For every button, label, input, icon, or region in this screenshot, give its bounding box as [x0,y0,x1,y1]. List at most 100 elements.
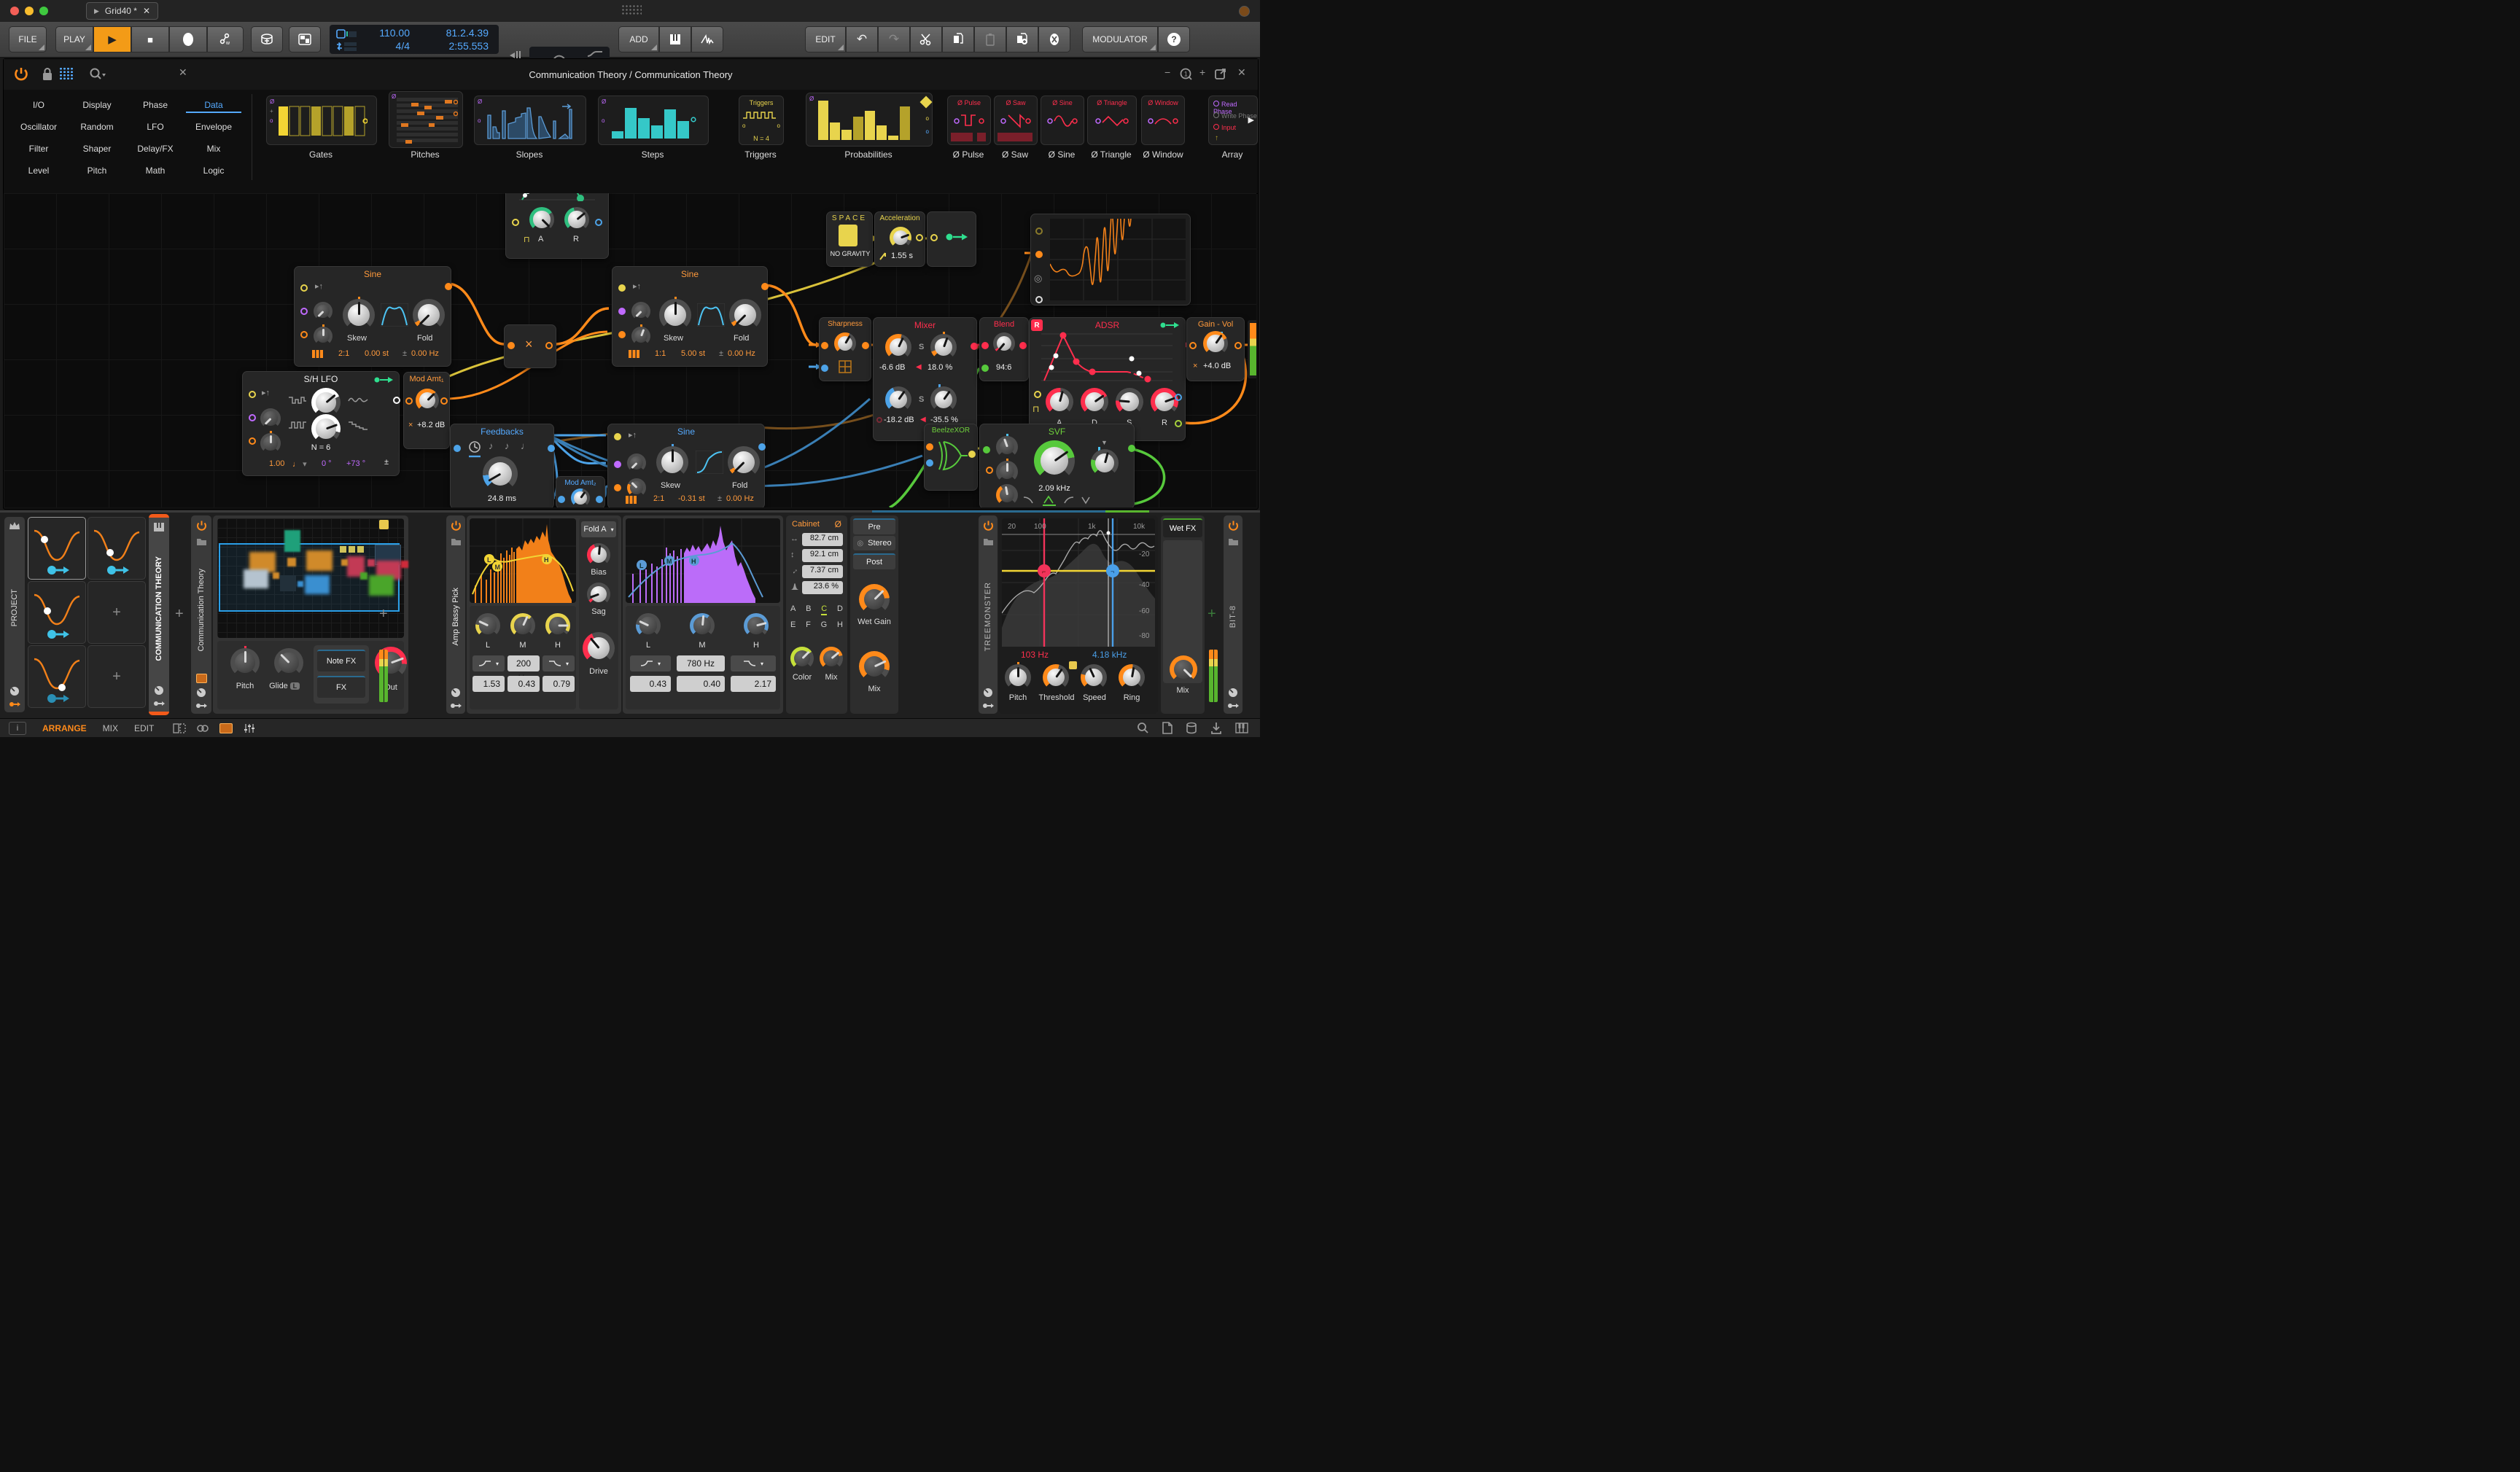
cabinet-bypass-icon[interactable]: Ø [835,519,841,529]
module-mod-amt-1[interactable]: Mod Amt₁ × +8.2 dB [403,372,450,449]
preset-folder-icon[interactable] [1228,537,1239,546]
add-instrument-track-button[interactable] [659,26,691,52]
sine2-skew-knob[interactable] [659,297,691,331]
sine2-fm-knob[interactable] [631,324,650,346]
module-mod-amt-2[interactable]: Mod Amt₂ [556,476,605,507]
space-pad-button[interactable] [839,225,858,246]
sine3-freq[interactable]: 0.00 Hz [726,494,754,503]
cab-shape-field[interactable]: 23.6 % [802,581,843,594]
track-header[interactable]: COMMUNICATION THEORY [149,514,169,715]
amp-low-shape-dropdown[interactable]: ▾ [472,655,505,671]
post-mid-q-field[interactable]: 0.40 [677,676,725,692]
shlfo-count[interactable]: N = 6 [243,443,399,452]
modulator-slot-3[interactable] [28,581,86,644]
sine2-phase-port[interactable] [618,284,626,292]
wet-gain-knob[interactable] [859,584,890,615]
ar-out-port[interactable] [595,219,602,226]
cab-slot-a[interactable]: A [790,604,796,615]
blend-knob[interactable] [993,332,1015,354]
glide-legato-badge[interactable]: L [289,682,300,690]
keyboard-tracking-icon[interactable] [626,496,637,504]
cab-color-knob[interactable] [790,647,814,670]
module-svf[interactable]: SVF 2.09 kHz ▼ [979,424,1135,507]
palette-module-phase-window[interactable]: Ø Window [1141,96,1185,145]
shlfo-shape-knob[interactable] [311,388,341,417]
cab-slot-g[interactable]: G [821,620,828,629]
cab-slot-f[interactable]: F [806,620,811,629]
cab-slot-d[interactable]: D [837,604,843,615]
sag-knob[interactable] [587,583,610,606]
tree-ring-knob[interactable] [1119,664,1145,690]
project-tab[interactable]: ▶ Grid40 * ✕ [86,2,159,20]
adsr-a-knob[interactable] [1046,388,1073,416]
filter-type-selector[interactable] [1022,494,1095,506]
beelzexor-out-port[interactable] [968,451,976,458]
mixer-out-port[interactable] [971,343,978,350]
file-menu-button[interactable]: FILE [9,26,47,52]
sine2-freq[interactable]: 0.00 Hz [728,349,755,358]
post-high-q-field[interactable]: 2.17 [731,676,776,692]
modamt1-out-port[interactable] [440,397,448,405]
play-button[interactable]: ▶ [93,26,131,52]
module-ar-envelope[interactable]: A R ⊓ [505,193,609,259]
stop-button[interactable]: ■ [131,26,169,52]
post-mid-knob[interactable] [690,613,715,638]
mute-icon[interactable]: ◀ [920,416,926,424]
multiply-out-port[interactable] [545,342,553,349]
ar-gate-in-port[interactable] [512,219,519,226]
sine1-sync-knob[interactable] [314,302,332,321]
module-sh-lfo[interactable]: S/H LFO ▸↑ N = 6 1.00 ♩ ▾ 0 ° +73 ° ± [242,371,400,476]
shlfo-offset-value[interactable]: +73 ° [346,459,365,468]
module-beelzexor[interactable]: BeelzeXOR [924,424,978,491]
panel-scroll-indicator-green[interactable] [1105,510,1149,513]
modamt1-value[interactable]: +8.2 dB [417,421,445,429]
cab-slot-e[interactable]: E [790,620,796,629]
info-icon[interactable]: i [9,721,26,735]
bipolar-icon[interactable]: ± [384,458,389,467]
svf-out-port[interactable] [1128,445,1135,452]
cab-width-field[interactable]: 82.7 cm [802,533,843,546]
zoom-out-icon[interactable]: − [1164,66,1170,78]
edit-menu-button[interactable]: EDIT [805,26,846,52]
tree-low-freq[interactable]: 103 Hz [1021,650,1049,660]
pre-button[interactable]: Pre [853,518,895,534]
device-power-icon[interactable] [983,520,994,531]
category-shaper[interactable]: Shaper [69,144,125,154]
amp-device-strip[interactable]: Amp Bassy Pick [446,515,465,714]
category-delayfx[interactable]: Delay/FX [128,144,183,154]
sharpness-knob[interactable] [834,332,856,354]
add-device-after-ct[interactable]: + [379,606,388,623]
svf-keytrack-knob[interactable] [996,484,1018,506]
grid-patch-icon[interactable] [195,673,207,683]
gainvol-value[interactable]: +4.0 dB [1203,362,1231,370]
mod-route-icon[interactable] [374,376,393,383]
acceleration-out-port[interactable] [916,234,923,241]
tree-speed-knob[interactable] [1081,664,1107,690]
grid-minimap[interactable] [217,518,408,638]
piano-keyboard-icon[interactable] [1235,723,1248,733]
undo-button[interactable]: ↶ [846,26,878,52]
device-power-icon[interactable] [196,520,207,531]
modulator-slot-add[interactable]: + [88,581,146,644]
mixer-pan1-knob[interactable] [930,332,957,360]
category-data[interactable]: Data [186,100,241,113]
palette-module-phase-sine[interactable]: Ø Sine [1041,96,1084,145]
palette-module-probabilities[interactable]: Ø oo [806,93,933,147]
drive-knob[interactable] [583,632,615,664]
module-sine-1[interactable]: Sine ▸↑ Skew Fold 2:1 0.00 st ± 0.00 Hz [294,266,452,367]
post-button[interactable]: Post [853,553,895,569]
module-sine-3[interactable]: Sine ▸↑ Skew Fold 2:1 -0.31 st ± 0.00 Hz [607,424,766,507]
palette-module-triggers[interactable]: Triggers oo N = 4 [739,96,784,145]
mixer-gain2-knob[interactable] [885,386,911,413]
note-icon[interactable]: ♪ [505,440,510,451]
cab-slot-c[interactable]: C [821,604,828,615]
module-oscilloscope[interactable]: ◎ [1030,214,1191,305]
sine2-sync-port[interactable] [618,308,626,315]
preset-folder-icon[interactable] [196,537,207,546]
space-mode[interactable]: NO GRAVITY [821,250,879,257]
modulator-menu-button[interactable]: MODULATOR [1082,26,1158,52]
copy-button[interactable] [942,26,974,52]
palette-module-slopes[interactable]: Øo [474,96,586,145]
add-track-button[interactable]: ADD [618,26,659,52]
post-low-knob[interactable] [636,613,661,638]
